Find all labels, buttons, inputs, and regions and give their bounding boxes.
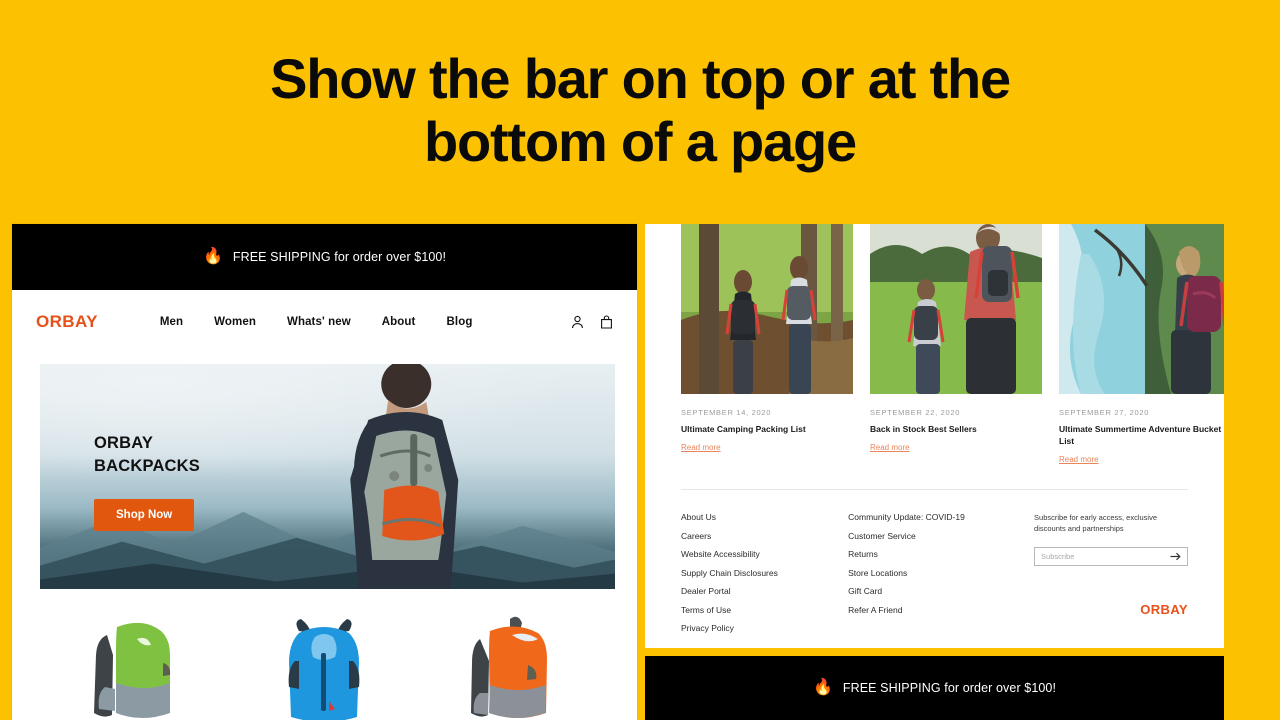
blog-thumbnail-forest: [681, 224, 853, 394]
read-more-link[interactable]: Read more: [681, 443, 721, 452]
blog-posts-row: SEPTEMBER 14, 2020 Ultimate Camping Pack…: [645, 224, 1224, 467]
announcement-text: FREE SHIPPING for order over $100!: [232, 250, 447, 264]
subscribe-submit-button[interactable]: [1170, 549, 1181, 564]
main-navigation: Men Women Whats' new About Blog: [160, 316, 473, 328]
read-more-link[interactable]: Read more: [1059, 455, 1099, 464]
blog-card[interactable]: SEPTEMBER 22, 2020 Back in Stock Best Se…: [870, 224, 1042, 467]
read-more-link[interactable]: Read more: [870, 443, 910, 452]
footer-column-support: Community Update: COVID-19 Customer Serv…: [848, 512, 1034, 633]
product-card-blue[interactable]: [265, 609, 383, 720]
blog-card[interactable]: SEPTEMBER 14, 2020 Ultimate Camping Pack…: [681, 224, 853, 467]
footer-link-about-us[interactable]: About Us: [681, 512, 848, 522]
site-header: ORBAY Men Women Whats' new About Blog: [12, 290, 637, 354]
arrow-right-icon: [1170, 549, 1181, 564]
nav-item-women[interactable]: Women: [214, 316, 256, 328]
page-headline: Show the bar on top or at the bottom of …: [0, 0, 1280, 222]
blog-title: Ultimate Summertime Adventure Bucket Lis…: [1059, 424, 1222, 447]
blog-title: Back in Stock Best Sellers: [870, 424, 977, 434]
footer-link-careers[interactable]: Careers: [681, 531, 848, 541]
footer-brand-logo[interactable]: ORBAY: [1034, 602, 1188, 617]
announcement-bar-top[interactable]: 🔥 FREE SHIPPING for order over $100!: [12, 224, 637, 290]
brand-logo[interactable]: ORBAY: [36, 312, 98, 332]
footer-link-dealer-portal[interactable]: Dealer Portal: [681, 586, 848, 596]
product-card-orange[interactable]: [454, 609, 572, 720]
account-icon[interactable]: [571, 315, 584, 329]
preview-panel-bar-bottom: SEPTEMBER 14, 2020 Ultimate Camping Pack…: [645, 224, 1224, 648]
footer-link-gift-card[interactable]: Gift Card: [848, 586, 1034, 596]
product-grid: [12, 589, 637, 720]
hero-title: ORBAY BACKPACKS: [94, 434, 200, 476]
subscribe-form: [1034, 546, 1189, 566]
nav-item-about[interactable]: About: [382, 316, 416, 328]
footer-link-terms-of-use[interactable]: Terms of Use: [681, 605, 848, 615]
product-card-green[interactable]: [77, 609, 195, 720]
hero-banner: ORBAY BACKPACKS Shop Now: [40, 364, 615, 589]
shop-now-button[interactable]: Shop Now: [94, 498, 195, 531]
blog-thumbnail-river: [1059, 224, 1224, 394]
headline-line-2: bottom of a page: [424, 110, 857, 173]
footer-link-store-locations[interactable]: Store Locations: [848, 568, 1034, 578]
announcement-text: FREE SHIPPING for order over $100!: [842, 681, 1057, 695]
blog-title: Ultimate Camping Packing List: [681, 424, 806, 434]
blog-date: SEPTEMBER 22, 2020: [870, 408, 961, 417]
preview-panel-bar-top: 🔥 FREE SHIPPING for order over $100! ORB…: [12, 224, 637, 720]
headline-line-1: Show the bar on top or at the: [270, 47, 1011, 111]
blog-date: SEPTEMBER 27, 2020: [1059, 408, 1150, 417]
header-icons: [571, 315, 613, 329]
footer-link-community-update[interactable]: Community Update: COVID-19: [848, 512, 1034, 522]
hiker-photo: [350, 364, 459, 589]
site-footer: About Us Careers Website Accessibility S…: [645, 490, 1224, 633]
nav-item-blog[interactable]: Blog: [447, 316, 473, 328]
nav-item-whats-new[interactable]: Whats' new: [287, 316, 351, 328]
subscribe-input[interactable]: [1041, 551, 1171, 561]
footer-link-refer-a-friend[interactable]: Refer A Friend: [848, 605, 1034, 615]
footer-link-website-accessibility[interactable]: Website Accessibility: [681, 549, 848, 559]
footer-link-supply-chain-disclosures[interactable]: Supply Chain Disclosures: [681, 568, 848, 578]
announcement-bar-bottom[interactable]: 🔥 FREE SHIPPING for order over $100!: [645, 656, 1224, 720]
fire-icon: 🔥: [812, 679, 833, 696]
cart-icon[interactable]: [600, 315, 613, 329]
newsletter-signup: Subscribe for early access, exclusive di…: [1034, 512, 1189, 633]
hero-content: ORBAY BACKPACKS Shop Now: [94, 432, 200, 531]
footer-link-returns[interactable]: Returns: [848, 549, 1034, 559]
blog-thumbnail-field: [870, 224, 1042, 394]
blog-date: SEPTEMBER 14, 2020: [681, 408, 772, 417]
newsletter-description: Subscribe for early access, exclusive di…: [1034, 513, 1157, 534]
nav-item-men[interactable]: Men: [160, 316, 183, 328]
fire-icon: 🔥: [202, 248, 223, 265]
footer-link-privacy-policy[interactable]: Privacy Policy: [681, 623, 848, 633]
blog-card[interactable]: SEPTEMBER 27, 2020 Ultimate Summertime A…: [1059, 224, 1224, 467]
footer-column-company: About Us Careers Website Accessibility S…: [681, 512, 848, 633]
footer-link-customer-service[interactable]: Customer Service: [848, 531, 1034, 541]
